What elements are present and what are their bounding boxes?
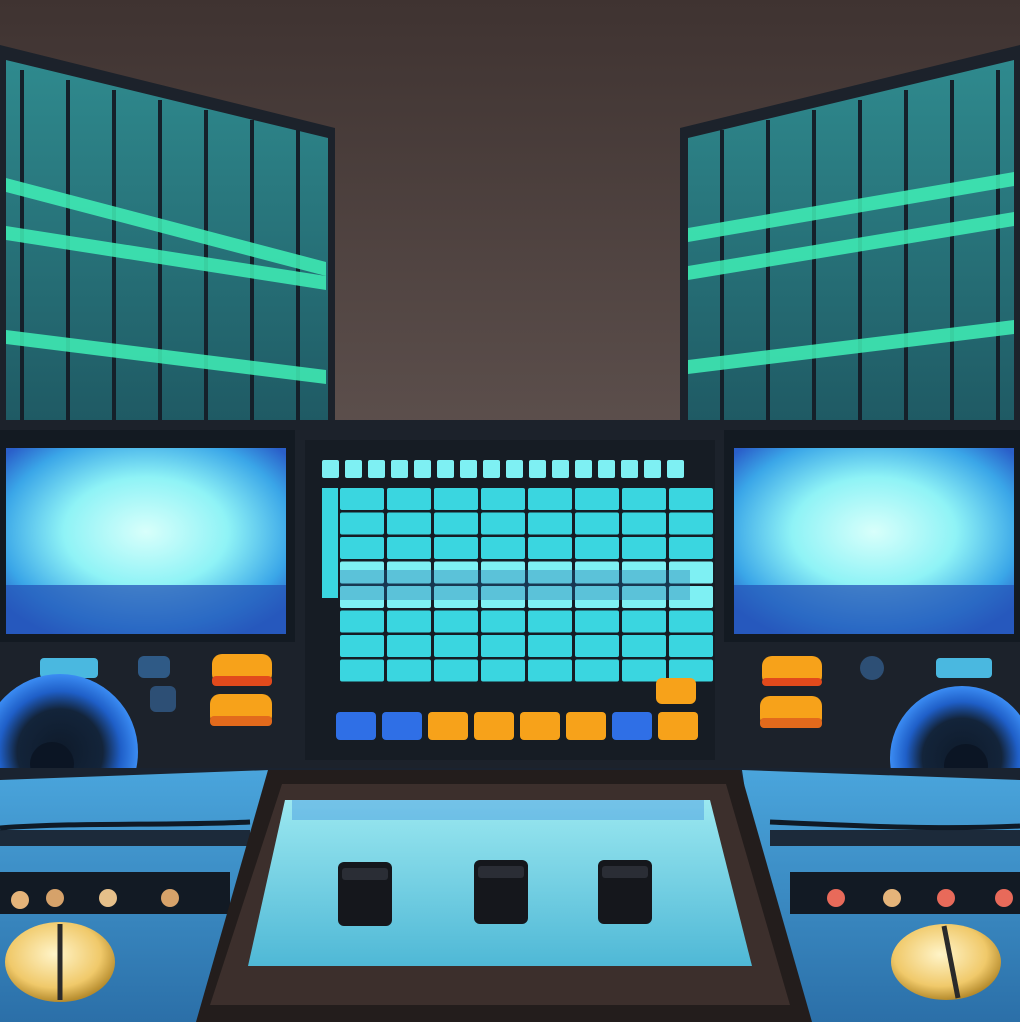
grid-pad [669, 635, 713, 657]
grid-pad [528, 512, 572, 535]
studio-illustration [0, 0, 1020, 1022]
grid-pad [622, 488, 666, 510]
grid-pad [340, 610, 384, 633]
grid-pad [434, 635, 478, 657]
top-row-pad [391, 460, 408, 478]
grid-pad [575, 659, 619, 682]
launch-button [336, 712, 376, 740]
grid-pad [528, 635, 572, 657]
grid-pad [622, 512, 666, 535]
launch-button [612, 712, 652, 740]
top-row-pad [414, 460, 431, 478]
launch-button [520, 712, 560, 740]
grid-pad [387, 537, 431, 559]
grid-pad [387, 635, 431, 657]
grid-pad [575, 537, 619, 559]
grid-pad [340, 635, 384, 657]
grid-pad [481, 610, 525, 633]
top-row-pad [506, 460, 523, 478]
grid-pad [481, 512, 525, 535]
left-monitor [0, 430, 295, 642]
top-row-pad [575, 460, 592, 478]
grid-pad [575, 512, 619, 535]
grid-pad [434, 610, 478, 633]
grid-pad [528, 537, 572, 559]
grid-pad [669, 537, 713, 559]
grid-overlay [340, 570, 690, 600]
grid-pad [434, 488, 478, 510]
grid-pad [622, 635, 666, 657]
top-row-pad [529, 460, 546, 478]
grid-pad [481, 659, 525, 682]
launch-button [428, 712, 468, 740]
grid-pad [340, 537, 384, 559]
top-row-pad [460, 460, 477, 478]
grid-pad [481, 537, 525, 559]
left-knob-row [0, 872, 230, 914]
grid-pad [528, 610, 572, 633]
top-row-pad [621, 460, 638, 478]
grid-pad [481, 488, 525, 510]
top-row-pad [483, 460, 500, 478]
launch-button [474, 712, 514, 740]
grid-pad [387, 512, 431, 535]
pad-grid-panel [305, 440, 715, 760]
grid-pad [622, 537, 666, 559]
top-row-pad [667, 460, 684, 478]
right-large-knob [891, 924, 1001, 1000]
grid-pad [340, 659, 384, 682]
grid-pad [434, 512, 478, 535]
fader-knob-top [602, 866, 648, 878]
top-row-pad [437, 460, 454, 478]
right-monitor [724, 430, 1020, 642]
top-row-pad [345, 460, 362, 478]
grid-pad-active [656, 678, 696, 704]
grid-pad [528, 488, 572, 510]
grid-side-strip [322, 488, 338, 598]
fader-knob-top [342, 868, 388, 880]
grid-pad [481, 635, 525, 657]
grid-pad [575, 488, 619, 510]
grid-pad [387, 659, 431, 682]
top-row-pad [644, 460, 661, 478]
top-row-pad [598, 460, 615, 478]
left-large-knob [5, 922, 115, 1002]
grid-pad [528, 659, 572, 682]
grid-pad [340, 512, 384, 535]
grid-pad [575, 635, 619, 657]
launch-button [658, 712, 698, 740]
grid-pad [669, 488, 713, 510]
grid-pad [387, 610, 431, 633]
grid-pad [622, 659, 666, 682]
studio-scene [0, 0, 1020, 1022]
grid-pad [340, 488, 384, 510]
right-knob-row [790, 872, 1020, 914]
launch-button [566, 712, 606, 740]
fader-knob-top [478, 866, 524, 878]
grid-pad [434, 659, 478, 682]
top-row-pad [368, 460, 385, 478]
center-mixer-tray [196, 770, 812, 1022]
top-row-pad [552, 460, 569, 478]
grid-pad [575, 610, 619, 633]
grid-pad [669, 512, 713, 535]
grid-pad [622, 610, 666, 633]
grid-pad [387, 488, 431, 510]
grid-pad [669, 610, 713, 633]
launch-button [382, 712, 422, 740]
top-row-pad [322, 460, 339, 478]
grid-pad [434, 537, 478, 559]
